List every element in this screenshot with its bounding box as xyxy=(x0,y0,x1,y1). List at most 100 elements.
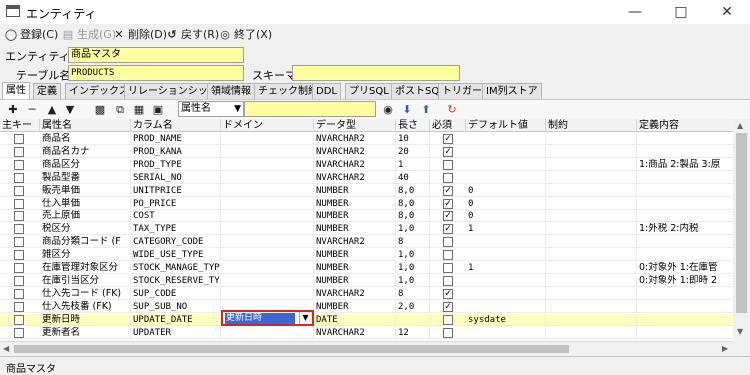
required-checkbox[interactable]: ✓ xyxy=(443,301,453,312)
cell-def[interactable] xyxy=(466,287,546,300)
cell-type[interactable]: NUMBER xyxy=(314,249,396,262)
cell-def[interactable] xyxy=(466,236,546,249)
primary-key-checkbox[interactable] xyxy=(14,134,24,144)
column-header[interactable]: データ型 xyxy=(314,119,396,132)
cell-desc[interactable] xyxy=(637,326,740,339)
cell-col[interactable]: PROD_TYPE xyxy=(131,158,221,171)
column-header[interactable]: 必須 xyxy=(430,119,466,132)
binoculars-icon[interactable]: ◉ xyxy=(380,102,396,118)
scroll-down-icon[interactable]: ▼ xyxy=(737,327,743,336)
primary-key-checkbox[interactable] xyxy=(14,159,24,170)
cell-len[interactable]: 10 xyxy=(396,133,430,145)
cell-type[interactable]: DATE xyxy=(314,313,396,326)
cell-col[interactable]: SUP_SUB_NO xyxy=(131,300,221,313)
required-checkbox[interactable] xyxy=(443,250,453,261)
cell-chk[interactable] xyxy=(546,210,637,223)
cell-domain[interactable] xyxy=(221,133,314,145)
cell-chk[interactable] xyxy=(546,249,637,262)
cell-domain[interactable] xyxy=(221,326,314,339)
table-row[interactable]: 販売単価 UNITPRICE NUMBER 8,0 ✓ 0 xyxy=(0,184,740,197)
column-header[interactable]: ドメイン xyxy=(221,119,314,132)
entity-name-input[interactable]: 商品マスタ xyxy=(68,47,244,63)
cell-attr[interactable]: 商品名 xyxy=(40,133,131,145)
primary-key-checkbox[interactable] xyxy=(14,275,24,286)
table-row[interactable]: 仕入先枝番 (FK) SUP_SUB_NO NUMBER 2,0 ✓ xyxy=(0,300,740,313)
cell-domain[interactable] xyxy=(221,210,314,223)
required-checkbox[interactable] xyxy=(443,172,453,183)
cell-col[interactable]: WIDE_USE_TYPE xyxy=(131,249,221,262)
cell-def[interactable] xyxy=(466,326,546,339)
tab-storage[interactable]: 領域情報 xyxy=(207,83,255,99)
cell-desc[interactable] xyxy=(637,171,740,184)
cell-desc[interactable]: 0:対象外 1:即時 2 xyxy=(637,274,740,287)
table-row[interactable]: 仕入単価 PO_PRICE NUMBER 8,0 ✓ 0 xyxy=(0,197,740,210)
cell-chk[interactable] xyxy=(546,313,637,326)
cell-attr[interactable]: 在庫管理対象区分 xyxy=(40,262,131,274)
required-checkbox[interactable]: ✓ xyxy=(443,198,453,209)
cell-def[interactable]: 1 xyxy=(466,262,546,274)
required-checkbox[interactable]: ✓ xyxy=(443,185,453,196)
paste-row-icon[interactable]: ▦ xyxy=(131,102,147,118)
cell-type[interactable]: NUMBER xyxy=(314,274,396,287)
cell-chk[interactable] xyxy=(546,171,637,184)
cell-type[interactable]: NUMBER xyxy=(314,184,396,197)
table-row[interactable]: 税区分 TAX_TYPE NUMBER 1,0 ✓ 1 1:外税 2:内税 xyxy=(0,223,740,236)
cell-desc[interactable] xyxy=(637,249,740,262)
cell-type[interactable]: NUMBER xyxy=(314,300,396,313)
primary-key-checkbox[interactable] xyxy=(14,288,24,299)
cell-col[interactable]: TAX_TYPE xyxy=(131,223,221,236)
column-header[interactable]: 属性名 xyxy=(40,119,131,132)
cell-type[interactable]: NVARCHAR2 xyxy=(314,287,396,300)
move-down-icon[interactable]: ▼ xyxy=(62,102,78,118)
cell-col[interactable]: UPDATER xyxy=(131,326,221,339)
search-up-icon[interactable]: ⬆ xyxy=(418,102,434,118)
cell-def[interactable]: 0 xyxy=(466,210,546,223)
table-row[interactable]: 商品分類コード (F CATEGORY_CODE NVARCHAR2 8 xyxy=(0,236,740,249)
tab-index[interactable]: インデックス xyxy=(65,83,133,99)
cell-type[interactable]: NVARCHAR2 xyxy=(314,326,396,339)
table-row[interactable]: 在庫引当区分 STOCK_RESERVE_TYP NUMBER 1,0 0:対象外 1:… xyxy=(0,274,740,287)
cell-attr[interactable]: 税区分 xyxy=(40,223,131,236)
cell-desc[interactable] xyxy=(637,133,740,145)
cell-chk[interactable] xyxy=(546,223,637,236)
back-button[interactable]: ↺ 戻す(R) xyxy=(165,27,219,43)
cell-def[interactable] xyxy=(466,133,546,145)
generate-button[interactable]: ▤ 生成(G) xyxy=(61,27,116,43)
cell-desc[interactable]: 1:外税 2:内税 xyxy=(637,223,740,236)
required-checkbox[interactable] xyxy=(443,314,453,325)
tab-im-column-store[interactable]: IM列ストア xyxy=(482,83,542,99)
cell-def[interactable]: 1 xyxy=(466,223,546,236)
cell-len[interactable]: 8,0 xyxy=(396,197,430,210)
add-row-icon[interactable]: ✚ xyxy=(5,102,21,118)
cell-chk[interactable] xyxy=(546,300,637,313)
cell-len[interactable]: 1,0 xyxy=(396,262,430,274)
cell-col[interactable]: PROD_NAME xyxy=(131,133,221,145)
scroll-right-icon[interactable]: ▶ xyxy=(722,344,728,353)
scroll-up-icon[interactable]: ▲ xyxy=(737,121,743,130)
cell-type[interactable]: NVARCHAR2 xyxy=(314,236,396,249)
delete-button[interactable]: ✕ 削除(D) xyxy=(112,27,167,43)
cell-attr[interactable]: 仕入単価 xyxy=(40,197,131,210)
primary-key-checkbox[interactable] xyxy=(14,211,24,222)
close-icon[interactable]: ✕ xyxy=(704,0,750,24)
cell-def[interactable] xyxy=(466,249,546,262)
cell-attr[interactable]: 仕入先コード (FK) xyxy=(40,287,131,300)
cell-desc[interactable] xyxy=(637,210,740,223)
table-row[interactable]: 在庫管理対象区分 STOCK_MANAGE_TYPE NUMBER 1,0 1 0:対象外… xyxy=(0,262,740,274)
cell-len[interactable]: 1,0 xyxy=(396,223,430,236)
cell-type[interactable]: NVARCHAR2 xyxy=(314,171,396,184)
cell-def[interactable]: 0 xyxy=(466,184,546,197)
cell-desc[interactable] xyxy=(637,287,740,300)
move-up-icon[interactable]: ▲ xyxy=(44,102,60,118)
cell-domain[interactable] xyxy=(221,145,314,158)
horizontal-scroll-thumb[interactable] xyxy=(14,345,569,353)
cell-type[interactable]: NVARCHAR2 xyxy=(314,158,396,171)
table-name-input[interactable]: PRODUCTS xyxy=(68,65,244,81)
cell-domain[interactable] xyxy=(221,236,314,249)
cell-desc[interactable] xyxy=(637,184,740,197)
cell-attr[interactable]: 雑区分 xyxy=(40,249,131,262)
table-row[interactable]: 商品名 PROD_NAME NVARCHAR2 10 ✓ xyxy=(0,133,740,145)
maximize-icon[interactable]: □ xyxy=(658,0,704,24)
exit-button[interactable]: ◎ 終了(X) xyxy=(218,27,272,43)
cell-col[interactable]: PROD_KANA xyxy=(131,145,221,158)
